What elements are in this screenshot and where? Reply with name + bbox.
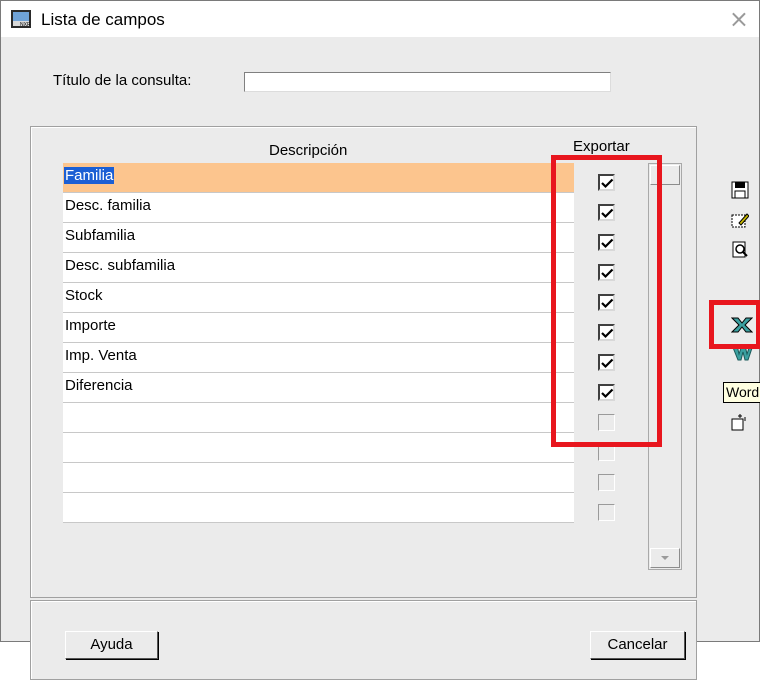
- table-row[interactable]: Subfamilia: [63, 223, 574, 253]
- table-row[interactable]: Diferencia: [63, 373, 574, 403]
- field-description: Stock: [65, 287, 103, 304]
- new-window-icon: [731, 414, 746, 431]
- main-area: Título de la consulta: Descripción Expor…: [1, 37, 760, 680]
- edit-button[interactable]: [725, 207, 757, 233]
- query-title-label: Título de la consulta:: [53, 72, 192, 89]
- export-checkbox[interactable]: [598, 504, 615, 521]
- table-row[interactable]: Desc. familia: [63, 193, 574, 223]
- column-header-export: Exportar: [573, 138, 630, 155]
- new-window-button[interactable]: [725, 409, 757, 435]
- field-description: Subfamilia: [65, 227, 136, 244]
- save-button[interactable]: [725, 177, 757, 203]
- table-row[interactable]: [63, 403, 574, 433]
- export-checkbox[interactable]: [598, 474, 615, 491]
- table-row[interactable]: Desc. subfamilia: [63, 253, 574, 283]
- fields-grid: Familia Desc. familia Subfamilia Desc. subf…: [63, 163, 574, 523]
- field-description: Familia: [64, 167, 115, 184]
- title-bar: NXF Lista de campos ×: [1, 1, 759, 37]
- table-row[interactable]: Stock: [63, 283, 574, 313]
- query-title-input[interactable]: [244, 72, 611, 92]
- cancel-button[interactable]: Cancelar: [590, 631, 685, 659]
- table-row[interactable]: Familia: [63, 163, 574, 193]
- table-row[interactable]: [63, 433, 574, 463]
- print-preview-icon: [732, 241, 748, 258]
- field-description: Imp. Venta: [65, 347, 137, 364]
- table-row[interactable]: [63, 463, 574, 493]
- tooltip: Word: [723, 382, 760, 403]
- field-description: Diferencia: [65, 377, 133, 394]
- table-row[interactable]: Importe: [63, 313, 574, 343]
- annotation-highlight-export-column: [551, 155, 662, 447]
- svg-text:NXF: NXF: [20, 22, 30, 28]
- scroll-down-button[interactable]: [650, 548, 680, 568]
- table-row[interactable]: [63, 493, 574, 523]
- edit-icon: [731, 213, 749, 228]
- table-row[interactable]: Imp. Venta: [63, 343, 574, 373]
- chevron-down-icon: [661, 556, 669, 560]
- field-description: Desc. subfamilia: [65, 257, 176, 274]
- column-header-description: Descripción: [269, 142, 348, 159]
- field-description: Importe: [65, 317, 116, 334]
- print-preview-button[interactable]: [725, 237, 757, 263]
- close-icon[interactable]: ×: [729, 5, 749, 33]
- help-button[interactable]: Ayuda: [65, 631, 158, 659]
- window: NXF Lista de campos × Título de la consu…: [0, 0, 760, 680]
- field-description: Desc. familia: [65, 197, 151, 214]
- save-icon: [731, 181, 749, 199]
- app-icon: NXF: [11, 10, 31, 28]
- window-title: Lista de campos: [41, 10, 165, 29]
- annotation-highlight-excel-button: [709, 300, 760, 349]
